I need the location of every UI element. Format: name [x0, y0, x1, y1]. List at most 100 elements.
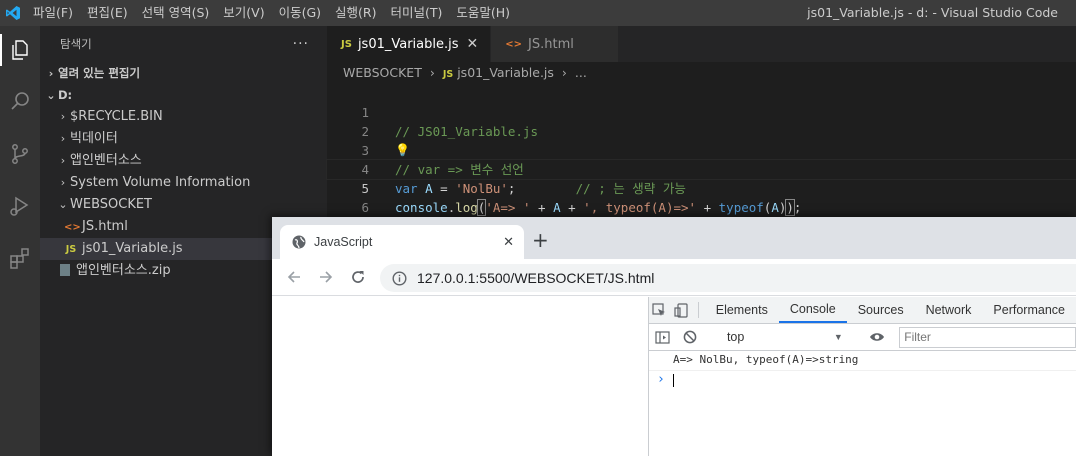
reload-icon[interactable] [348, 267, 368, 287]
page-viewport[interactable] [272, 297, 648, 456]
menu-view[interactable]: 보기(V) [216, 0, 271, 26]
chevron-down-icon: ⌄ [46, 89, 56, 102]
vscode-logo-icon[interactable] [0, 0, 26, 26]
tree-folder-recycle-bin[interactable]: › $RECYCLE.BIN [40, 106, 327, 128]
globe-icon [292, 235, 306, 249]
close-icon[interactable]: ✕ [503, 235, 514, 250]
root-folder-section[interactable]: ⌄ D: [40, 84, 327, 106]
html-file-icon: <> [505, 38, 523, 50]
inspect-element-icon[interactable] [649, 297, 670, 323]
close-icon[interactable]: ✕ [467, 36, 479, 52]
devtools-tab-bar: Elements Console Sources Network Perform… [649, 297, 1076, 324]
open-editors-label: 열려 있는 편집기 [58, 66, 141, 80]
device-toolbar-icon[interactable] [670, 297, 691, 323]
lightbulb-icon[interactable]: 💡 [395, 141, 410, 160]
back-arrow-icon[interactable] [284, 267, 304, 287]
text-caret [673, 373, 674, 387]
live-expression-eye-icon[interactable] [864, 331, 891, 343]
more-actions-icon[interactable]: ··· [293, 36, 309, 52]
tree-item-label: JS.html [82, 219, 128, 234]
search-icon[interactable] [0, 82, 40, 122]
chevron-right-icon: › [60, 132, 66, 145]
code-keyword: typeof [718, 200, 764, 215]
menu-bar: 파일(F) 편집(E) 선택 영역(S) 보기(V) 이동(G) 실행(R) 터… [26, 0, 517, 26]
tree-item-label: WEBSOCKET [70, 197, 152, 212]
code-line-2: 2 [327, 103, 1076, 139]
browser-tab[interactable]: JavaScript ✕ [280, 225, 524, 259]
console-filter-input[interactable] [899, 326, 1076, 348]
line-number: 6 [361, 200, 369, 215]
console-toolbar: top ▼ [649, 324, 1076, 351]
code-operator: + [560, 200, 584, 215]
clear-console-icon[interactable] [676, 330, 703, 344]
open-editors-section[interactable]: › 열려 있는 편집기 [40, 62, 327, 84]
chevron-right-icon: › [429, 65, 435, 80]
menu-terminal[interactable]: 터미널(T) [384, 0, 450, 26]
breadcrumb-file[interactable]: js01_Variable.js [457, 65, 554, 80]
tree-item-label: 앱인벤터소스 [70, 153, 142, 168]
menu-help[interactable]: 도움말(H) [449, 0, 517, 26]
context-selector[interactable]: top ▼ [717, 327, 851, 348]
new-tab-button[interactable]: + [532, 229, 549, 251]
code-editor[interactable]: 1 // JS01_Variable.js 2 3 // var => 변수 선… [326, 84, 1076, 216]
console-input[interactable]: › [649, 371, 1076, 389]
code-line-3: 3 // var => 변수 선언 [327, 122, 1076, 177]
tab-console[interactable]: Console [778, 297, 847, 323]
activity-bar [0, 26, 40, 456]
explorer-header: 탐색기 ··· [40, 26, 327, 62]
tab-js-html[interactable]: <> JS.html [491, 26, 619, 62]
extensions-icon[interactable] [0, 238, 40, 278]
zip-file-icon [60, 264, 70, 276]
tree-folder-appinventor[interactable]: › 앱인벤터소스 [40, 150, 327, 172]
tab-network[interactable]: Network [915, 297, 983, 323]
code-bracket-close: ) [785, 199, 795, 216]
tab-js01-variable[interactable]: JS js01_Variable.js ✕ [327, 26, 492, 62]
code-semicolon: ; [793, 200, 802, 215]
menu-run[interactable]: 실행(R) [328, 0, 383, 26]
tree-folder-bigdata[interactable]: › 빅데이터 [40, 128, 327, 150]
tab-sources[interactable]: Sources [847, 297, 915, 323]
tree-folder-system-volume[interactable]: › System Volume Information [40, 172, 327, 194]
url-path: :5500/WEBSOCKET/JS.html [475, 270, 655, 286]
breadcrumb-folder[interactable]: WEBSOCKET [343, 65, 422, 80]
explorer-title: 탐색기 [60, 37, 92, 51]
code-object: console [395, 200, 448, 215]
explorer-icon[interactable] [0, 30, 40, 70]
js-file-icon: JS [442, 69, 454, 80]
tree-item-label: $RECYCLE.BIN [70, 109, 163, 124]
code-text: console.log('A=> ' + A + ', typeof(A)=>'… [395, 198, 801, 217]
sidebar-toggle-icon[interactable] [649, 330, 676, 345]
code-operator: + [696, 200, 719, 215]
tree-item-label: 앱인벤터소스.zip [76, 263, 171, 278]
menu-go[interactable]: 이동(G) [272, 0, 328, 26]
chevron-down-icon: ⌄ [58, 198, 68, 211]
code-line-4: 4 var A = 'NolBu'; // ; 는 생략 가능 💡 [327, 141, 1076, 196]
console-log-message: A=> NolBu, typeof(A)=>string [649, 351, 1076, 371]
info-icon[interactable] [392, 270, 407, 286]
tab-label: js01_Variable.js [357, 36, 459, 52]
code-operator: + [530, 200, 554, 215]
url-text: 127.0.0.1:5500/WEBSOCKET/JS.html [417, 270, 654, 286]
tab-performance[interactable]: Performance [982, 297, 1076, 323]
browser-tab-title: JavaScript [314, 235, 373, 249]
tree-item-label: js01_Variable.js [82, 241, 183, 256]
tree-item-label: System Volume Information [70, 175, 251, 190]
forward-arrow-icon[interactable] [316, 267, 336, 287]
menu-selection[interactable]: 선택 영역(S) [135, 0, 217, 26]
code-line-5: 5 console.log('A=> ' + A + ', typeof(A)=… [326, 159, 1076, 216]
breadcrumb-more[interactable]: ... [575, 65, 587, 80]
address-bar[interactable]: 127.0.0.1:5500/WEBSOCKET/JS.html [380, 264, 1076, 292]
source-control-icon[interactable] [0, 134, 40, 174]
chevron-right-icon: › [60, 110, 66, 123]
tree-folder-websocket[interactable]: ⌄ WEBSOCKET [40, 194, 327, 216]
dropdown-arrow-icon: ▼ [833, 332, 843, 342]
run-debug-icon[interactable] [0, 186, 40, 226]
browser-tab-strip: JavaScript ✕ + [272, 217, 1076, 259]
menu-edit[interactable]: 편집(E) [80, 0, 135, 26]
chevron-right-icon: › [48, 67, 54, 80]
chevron-right-icon: › [60, 176, 66, 189]
menu-file[interactable]: 파일(F) [26, 0, 80, 26]
chevron-right-icon: › [561, 65, 567, 80]
root-folder-label: D: [58, 88, 73, 102]
tab-elements[interactable]: Elements [705, 297, 779, 323]
